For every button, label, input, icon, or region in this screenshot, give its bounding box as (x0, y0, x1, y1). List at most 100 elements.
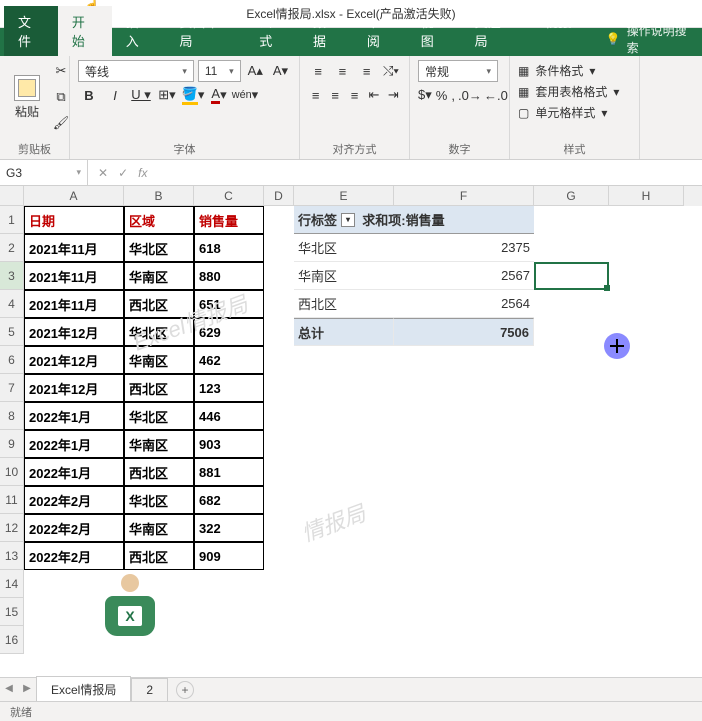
orientation-icon[interactable]: ⤭▾ (381, 60, 401, 82)
cell[interactable]: 881 (194, 458, 264, 486)
align-right-icon[interactable]: ≡ (347, 84, 362, 106)
cancel-icon[interactable]: ✕ (98, 166, 108, 180)
add-sheet-button[interactable]: + (176, 681, 194, 699)
col-header-D[interactable]: D (264, 186, 294, 206)
row-header[interactable]: 9 (0, 430, 24, 458)
cell[interactable]: 682 (194, 486, 264, 514)
cell[interactable]: 446 (194, 402, 264, 430)
row-header[interactable]: 8 (0, 402, 24, 430)
cell[interactable]: 西北区 (124, 290, 194, 318)
cell[interactable]: 462 (194, 346, 264, 374)
cell[interactable]: 2021年11月 (24, 262, 124, 290)
tab-insert[interactable]: 插入 (112, 6, 166, 56)
format-table-button[interactable]: ▦套用表格格式 ▾ (518, 81, 631, 102)
col-header-H[interactable]: H (609, 186, 684, 206)
cell[interactable]: 华北区 (294, 234, 394, 262)
tab-layout[interactable]: 页面布局 (166, 6, 246, 56)
align-bottom-icon[interactable]: ≡ (357, 60, 377, 82)
grow-font-icon[interactable]: A▴ (245, 60, 266, 82)
tab-follow[interactable]: 关注：Excel情报局 (461, 6, 598, 56)
cell[interactable]: 区域 (124, 206, 194, 234)
cell[interactable]: 西北区 (294, 290, 394, 318)
col-header-F[interactable]: F (394, 186, 534, 206)
bold-button[interactable]: B (78, 84, 100, 106)
row-header[interactable]: 10 (0, 458, 24, 486)
col-header-E[interactable]: E (294, 186, 394, 206)
cell[interactable]: 华北区 (124, 402, 194, 430)
conditional-format-button[interactable]: ▦条件格式 ▾ (518, 60, 631, 81)
font-size-select[interactable]: 11 (198, 60, 241, 82)
cell[interactable]: 西北区 (124, 374, 194, 402)
select-all-corner[interactable] (0, 186, 24, 206)
tab-nav-prev-icon[interactable]: ◀ (2, 683, 16, 697)
tab-file[interactable]: 文件 (4, 6, 58, 56)
cell[interactable]: 华南区 (124, 430, 194, 458)
align-middle-icon[interactable]: ≡ (332, 60, 352, 82)
row-header[interactable]: 2 (0, 234, 24, 262)
tell-me[interactable]: 💡操作说明搜索 (606, 22, 698, 56)
cell[interactable]: 2022年2月 (24, 486, 124, 514)
cell[interactable]: 2567 (394, 262, 534, 290)
cell[interactable]: 2021年12月 (24, 374, 124, 402)
worksheet[interactable]: ABCDEFGH 12345678910111213141516 日期区域销售量… (0, 186, 702, 666)
cell[interactable]: 2375 (394, 234, 534, 262)
indent-dec-icon[interactable]: ⇤ (366, 84, 381, 106)
cell[interactable]: 909 (194, 542, 264, 570)
currency-icon[interactable]: $▾ (418, 84, 432, 106)
cell[interactable]: 2022年1月 (24, 458, 124, 486)
comma-icon[interactable]: , (451, 84, 455, 106)
cell[interactable]: 西北区 (124, 542, 194, 570)
cell[interactable]: 2022年2月 (24, 514, 124, 542)
cell[interactable]: 华南区 (124, 262, 194, 290)
cell[interactable]: 2564 (394, 290, 534, 318)
cell[interactable]: 7506 (394, 318, 534, 346)
cell[interactable]: 华南区 (294, 262, 394, 290)
enter-icon[interactable]: ✓ (118, 166, 128, 180)
cell[interactable]: 华北区 (124, 234, 194, 262)
underline-button[interactable]: U ▾ (130, 84, 152, 106)
cell[interactable]: 行标签▾ 求和项:销售量 (294, 206, 534, 234)
align-center-icon[interactable]: ≡ (327, 84, 342, 106)
percent-icon[interactable]: % (436, 84, 448, 106)
fx-icon[interactable]: fx (138, 166, 147, 180)
fill-color-button[interactable]: 🪣▾ (182, 84, 204, 106)
cell[interactable]: 总计 (294, 318, 394, 346)
row-header[interactable]: 1 (0, 206, 24, 234)
row-header[interactable]: 11 (0, 486, 24, 514)
number-format-select[interactable]: 常规 (418, 60, 498, 82)
cell[interactable]: 西北区 (124, 458, 194, 486)
cell[interactable]: 618 (194, 234, 264, 262)
paste-button[interactable]: 粘贴 (8, 71, 46, 124)
row-header[interactable]: 13 (0, 542, 24, 570)
cell[interactable]: 651 (194, 290, 264, 318)
cell[interactable]: 华南区 (124, 346, 194, 374)
sheet-tab-active[interactable]: Excel情报局 (36, 676, 131, 704)
row-header[interactable]: 15 (0, 598, 24, 626)
row-header[interactable]: 4 (0, 290, 24, 318)
cell[interactable]: 华南区 (124, 514, 194, 542)
cell[interactable]: 华北区 (124, 486, 194, 514)
cell[interactable]: 日期 (24, 206, 124, 234)
col-header-G[interactable]: G (534, 186, 609, 206)
font-color-button[interactable]: A▾ (208, 84, 230, 106)
phonetic-button[interactable]: wén▾ (234, 84, 256, 106)
tab-home[interactable]: 开始 (58, 6, 112, 56)
row-header[interactable]: 3 (0, 262, 24, 290)
col-header-A[interactable]: A (24, 186, 124, 206)
row-header[interactable]: 12 (0, 514, 24, 542)
cell[interactable]: 销售量 (194, 206, 264, 234)
cell[interactable]: 903 (194, 430, 264, 458)
copy-icon[interactable]: ⧉ (50, 86, 72, 108)
align-top-icon[interactable]: ≡ (308, 60, 328, 82)
dec-decimal-icon[interactable]: ←.0 (485, 84, 507, 106)
shrink-font-icon[interactable]: A▾ (270, 60, 291, 82)
indent-inc-icon[interactable]: ⇥ (386, 84, 401, 106)
align-left-icon[interactable]: ≡ (308, 84, 323, 106)
cell[interactable]: 2021年12月 (24, 318, 124, 346)
row-header[interactable]: 6 (0, 346, 24, 374)
italic-button[interactable]: I (104, 84, 126, 106)
border-button[interactable]: ⊞▾ (156, 84, 178, 106)
cell[interactable]: 2022年1月 (24, 430, 124, 458)
cell[interactable]: 322 (194, 514, 264, 542)
cell[interactable]: 880 (194, 262, 264, 290)
